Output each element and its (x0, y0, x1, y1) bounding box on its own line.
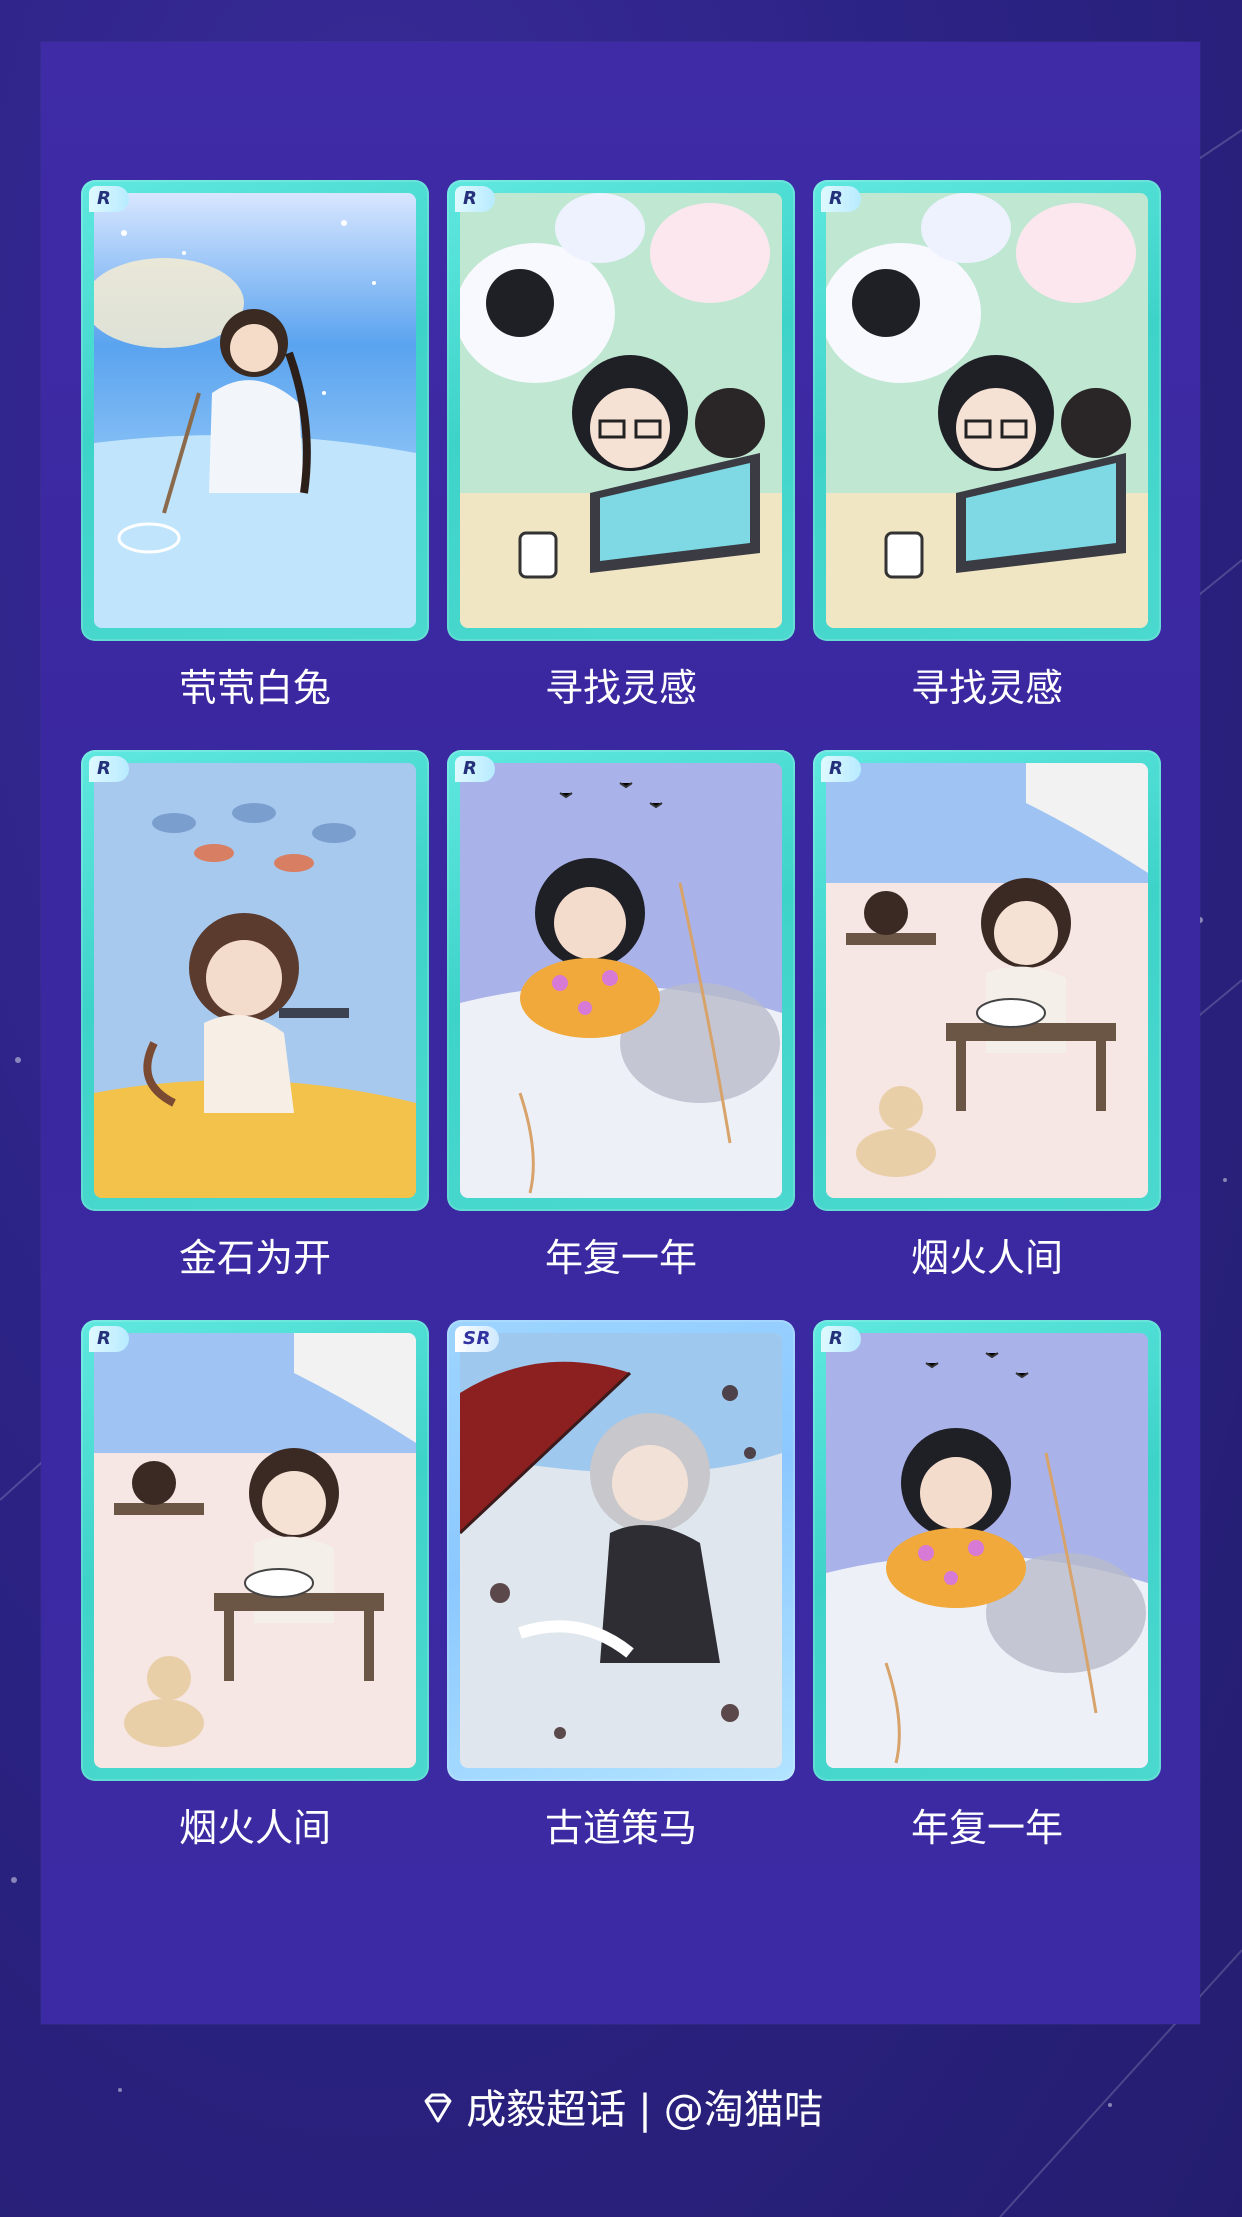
card-8[interactable]: SR (447, 1320, 795, 1781)
card-3[interactable]: R (813, 180, 1161, 641)
separator: | (638, 2087, 652, 2133)
rarity-badge: SR (455, 1326, 499, 1352)
card-9[interactable]: R (813, 1320, 1161, 1781)
rarity-badge: R (89, 1326, 129, 1352)
topic-name[interactable]: 成毅超话 (466, 2087, 626, 2133)
rarity-badge: R (89, 186, 129, 212)
rarity-badge: R (821, 186, 861, 212)
card-7-title: 烟火人间 (178, 1806, 331, 1850)
rarity-badge: R (455, 186, 495, 212)
card-art-snow-rabbit (94, 193, 416, 628)
card-5-title: 年复一年 (544, 1236, 697, 1280)
card-art-inspiration (826, 193, 1148, 628)
card-6-title: 烟火人间 (910, 1236, 1063, 1280)
card-4-title: 金石为开 (178, 1236, 331, 1280)
card-3-title: 寻找灵感 (910, 666, 1063, 710)
card-1-title: 茕茕白兔 (178, 666, 331, 710)
rarity-badge: R (89, 756, 129, 782)
rarity-badge: R (455, 756, 495, 782)
card-grid: R 茕茕白兔 R 寻找灵感 R 寻找灵感 R 金石为开 R 年复一年 R 烟火人… (41, 42, 1200, 2024)
card-2[interactable]: R (447, 180, 795, 641)
card-art-kitchen-scene (94, 1333, 416, 1768)
card-art-flowers-mist (826, 1333, 1148, 1768)
card-art-flowers-mist (460, 763, 782, 1198)
footer-credit: 成毅超话 | @淘猫咭 (0, 2080, 1242, 2140)
card-9-title: 年复一年 (910, 1806, 1063, 1850)
card-6[interactable]: R (813, 750, 1161, 1211)
card-7[interactable]: R (81, 1320, 429, 1781)
diamond-icon (424, 2093, 452, 2123)
card-4[interactable]: R (81, 750, 429, 1211)
card-art-umbrella-fox (460, 1333, 782, 1768)
card-2-title: 寻找灵感 (544, 666, 697, 710)
card-collection-panel: R 茕茕白兔 R 寻找灵感 R 寻找灵感 R 金石为开 R 年复一年 R 烟火人… (41, 42, 1200, 2024)
card-art-cat-tail (94, 763, 416, 1198)
rarity-badge: R (821, 1326, 861, 1352)
card-5[interactable]: R (447, 750, 795, 1211)
rarity-badge: R (821, 756, 861, 782)
author-handle[interactable]: @淘猫咭 (664, 2087, 824, 2133)
card-art-kitchen-scene (826, 763, 1148, 1198)
card-art-inspiration (460, 193, 782, 628)
card-8-title: 古道策马 (544, 1806, 697, 1850)
card-1[interactable]: R (81, 180, 429, 641)
